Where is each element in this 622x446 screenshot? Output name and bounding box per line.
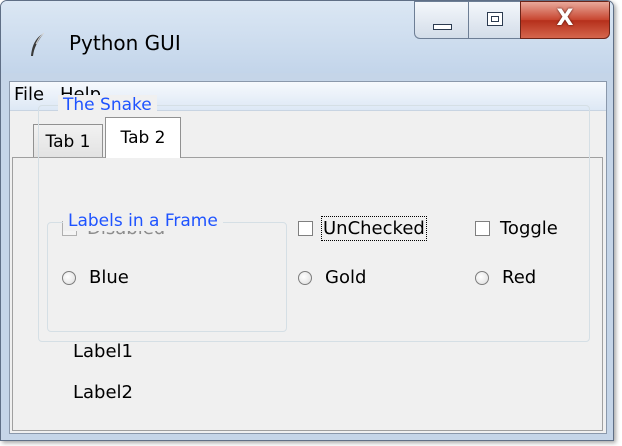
checkbox-empty-icon [298,221,313,236]
maximize-button[interactable] [468,1,520,39]
radio-icon [298,270,312,285]
window-controls: X [414,1,610,39]
tab-2[interactable]: Tab 2 [105,117,181,158]
radio-gold[interactable]: Gold [298,267,366,288]
title-bar[interactable]: Python GUI X [1,1,613,73]
label-2: Label2 [73,382,134,403]
radio-label: Gold [325,267,367,288]
window-title: Python GUI [69,31,181,55]
unchecked-checkbox[interactable]: UnChecked [298,216,427,241]
menu-file[interactable]: File [14,84,44,105]
snake-frame-title: The Snake [58,95,157,115]
checkbox-label: UnChecked [321,216,427,241]
toggle-checkbox[interactable]: Toggle [475,218,558,239]
radio-label: Red [502,267,537,288]
maximize-icon [487,12,503,26]
radio-icon [475,270,489,285]
feather-icon [31,32,45,56]
close-icon: X [556,6,574,31]
label-1: Label1 [73,341,134,362]
minimize-icon [433,24,452,30]
labels-frame [47,222,287,332]
checkbox-empty-icon [475,221,490,236]
python-gui-window: Python GUI X File Help Tab 1 Tab 2 The S… [0,0,614,441]
radio-red[interactable]: Red [475,267,536,288]
labels-frame-title: Labels in a Frame [63,211,223,231]
close-button[interactable]: X [520,1,610,39]
checkbox-label: Toggle [500,218,558,239]
minimize-button[interactable] [414,1,468,39]
